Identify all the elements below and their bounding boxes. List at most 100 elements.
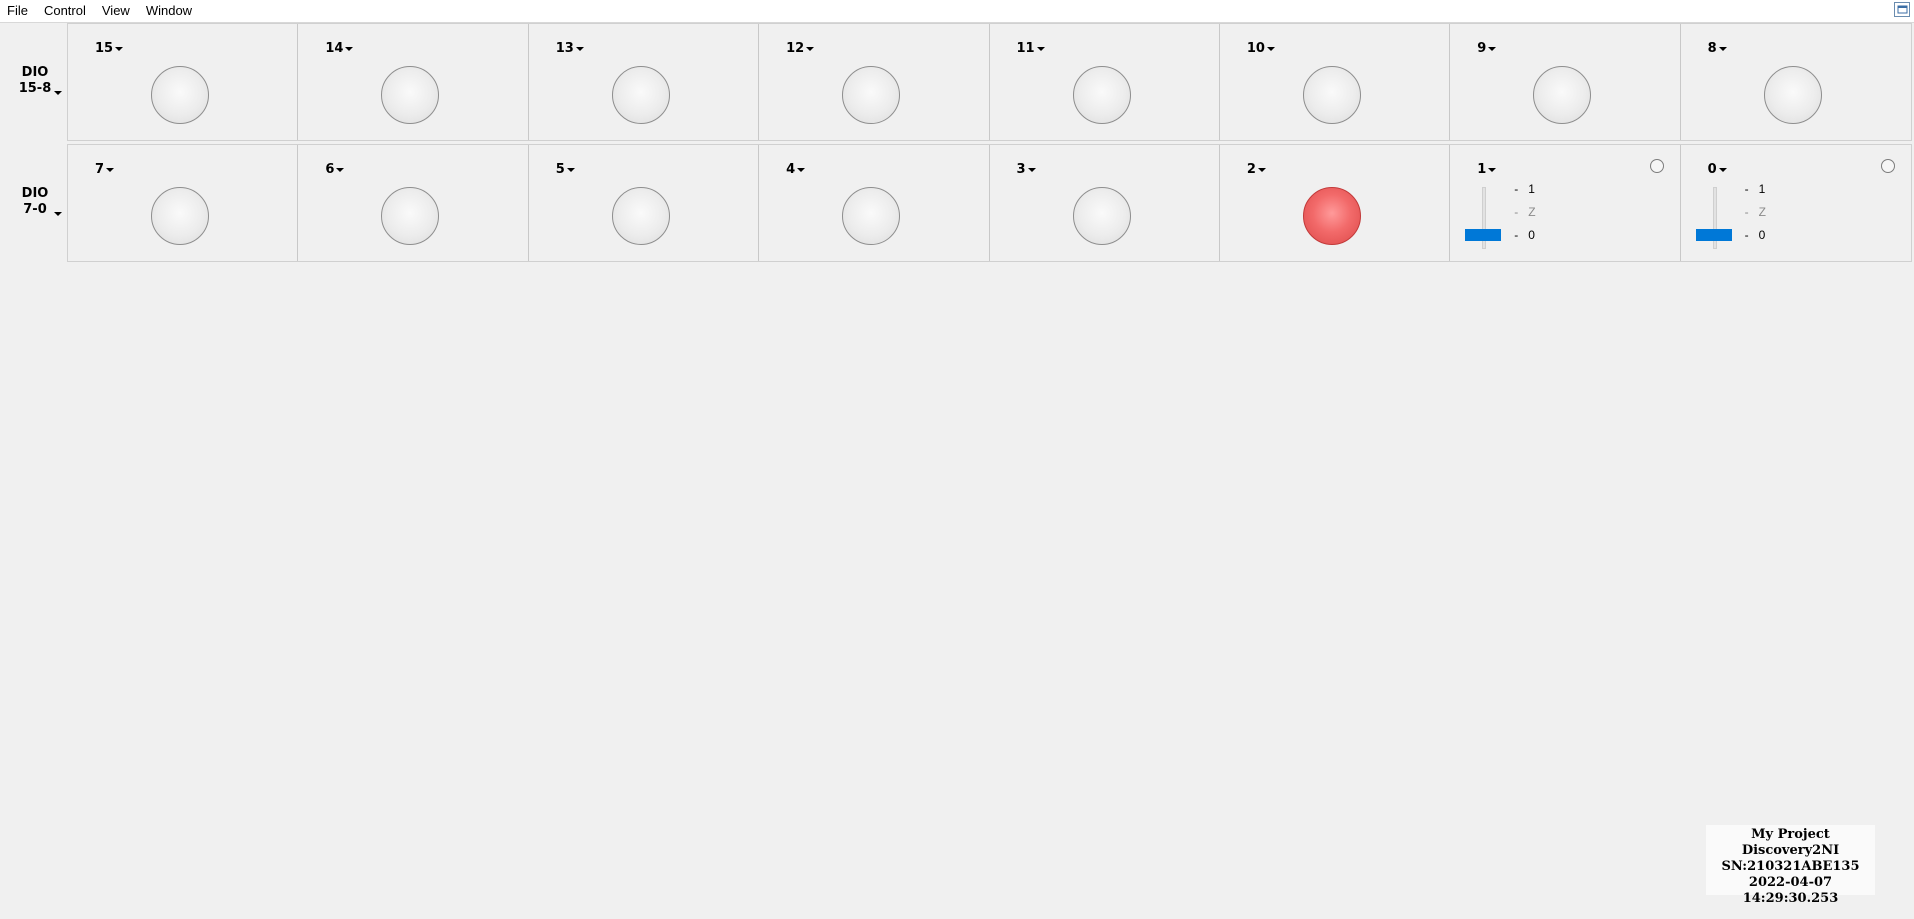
pin-label[interactable]: 1 [1477, 162, 1497, 177]
project-name: My Project [1751, 827, 1830, 842]
pin-number: 5 [555, 162, 565, 177]
window-restore-icon[interactable] [1894, 2, 1910, 17]
led-off-indicator [1763, 66, 1822, 124]
pin-label[interactable]: 7 [95, 162, 115, 177]
tick-mark: - [1514, 205, 1519, 219]
pin-dropdown-icon[interactable] [345, 46, 354, 51]
pin-number: 2 [1246, 162, 1256, 177]
pin-number: 15 [95, 41, 114, 56]
pin-label[interactable]: 15 [95, 41, 124, 56]
pin-dropdown-icon[interactable] [575, 46, 584, 51]
pin-cell: 15 [68, 24, 299, 140]
pin-enable-radio[interactable] [1880, 159, 1895, 173]
level-tick-label: -Z [1745, 205, 1766, 219]
pin-number: 9 [1477, 41, 1487, 56]
pin-number: 1 [1477, 162, 1487, 177]
group-label[interactable]: DIO 15-8 [12, 65, 58, 97]
level-value: Z [1758, 205, 1766, 219]
pin-dropdown-icon[interactable] [1036, 46, 1045, 51]
pin-cell: 6 [298, 145, 529, 261]
menu-control[interactable]: Control [36, 0, 94, 22]
level-value: 1 [1528, 182, 1535, 196]
led-off-indicator [1072, 66, 1131, 124]
pin-dropdown-icon[interactable] [115, 46, 124, 51]
pin-panel: 15 14 13 12 11 10 9 8 [67, 23, 1912, 141]
pin-dropdown-icon[interactable] [797, 167, 806, 172]
dio-group-1: DIO 7-0 7 6 5 4 3 2 1-1- Z -0 0-1- Z -0 [0, 144, 1914, 262]
pin-dropdown-icon[interactable] [806, 46, 815, 51]
pin-label[interactable]: 0 [1708, 162, 1727, 177]
level-tick-label: -0 [1514, 228, 1535, 242]
pin-number: 12 [786, 41, 805, 56]
pin-cell: 5 [529, 145, 760, 261]
led-off-indicator [611, 187, 670, 245]
pin-cell: 9 [1450, 24, 1681, 140]
pin-dropdown-icon[interactable] [336, 167, 345, 172]
timestamp: 2022-04-07 14:29:30.253 [1742, 875, 1839, 906]
pin-label[interactable]: 2 [1247, 162, 1266, 177]
pin-label[interactable]: 12 [786, 41, 815, 56]
pin-dropdown-icon[interactable] [1718, 167, 1727, 172]
led-off-indicator [842, 187, 901, 245]
pin-number: 11 [1016, 41, 1035, 56]
pin-label[interactable]: 11 [1017, 41, 1045, 56]
pin-cell: 1-1-Z-0 [1450, 145, 1681, 261]
pin-dropdown-icon[interactable] [1027, 167, 1036, 172]
pin-cell: 14 [298, 24, 529, 140]
group-label-line2: 15-8 [18, 81, 52, 96]
pin-label[interactable]: 9 [1477, 41, 1497, 56]
pin-number: 7 [95, 162, 105, 177]
group-label[interactable]: DIO 7-0 [12, 186, 58, 218]
pin-cell: 3 [990, 145, 1220, 261]
pin-number: 14 [325, 41, 344, 56]
group-dropdown-icon[interactable] [54, 91, 62, 95]
pin-dropdown-icon[interactable] [1266, 46, 1275, 51]
led-off-indicator [151, 66, 209, 124]
led-off-indicator [151, 187, 209, 245]
serial-number: SN:210321ABE135 [1721, 859, 1860, 874]
pin-cell: 8 [1681, 24, 1911, 140]
pin-dropdown-icon[interactable] [1718, 46, 1727, 51]
pin-label[interactable]: 10 [1247, 41, 1275, 56]
level-value: 0 [1758, 228, 1766, 242]
pin-dropdown-icon[interactable] [106, 167, 115, 172]
pin-enable-radio[interactable] [1650, 159, 1665, 173]
pin-cell: 0-1-Z-0 [1681, 145, 1911, 261]
pin-label[interactable]: 3 [1017, 162, 1036, 177]
level-value: Z [1528, 205, 1536, 219]
pin-label[interactable]: 5 [556, 162, 575, 177]
group-label-line1: DIO [21, 186, 49, 201]
led-off-indicator [381, 187, 440, 245]
pin-dropdown-icon[interactable] [1257, 167, 1266, 172]
pin-label[interactable]: 4 [786, 162, 806, 177]
pin-label[interactable]: 14 [325, 41, 354, 56]
device-name: Discovery2NI [1741, 843, 1840, 858]
led-off-indicator [611, 66, 670, 124]
level-slider-thumb[interactable] [1695, 229, 1732, 241]
pin-number: 8 [1707, 41, 1717, 56]
menu-view[interactable]: View [94, 0, 138, 22]
pin-label[interactable]: 6 [325, 162, 345, 177]
menu-file[interactable]: File [0, 0, 36, 22]
menu-window[interactable]: Window [138, 0, 200, 22]
pin-cell: 12 [759, 24, 990, 140]
pin-dropdown-icon[interactable] [1488, 167, 1497, 172]
pin-label[interactable]: 13 [556, 41, 584, 56]
level-value: 0 [1528, 228, 1535, 242]
dio-group-0: DIO 15-8 15 14 13 12 11 10 9 8 [0, 23, 1914, 141]
pin-label[interactable]: 8 [1708, 41, 1727, 56]
tick-mark: - [1744, 228, 1749, 242]
pin-dropdown-icon[interactable] [566, 167, 575, 172]
led-off-indicator [381, 66, 440, 124]
pin-number: 4 [786, 162, 796, 177]
tick-mark: - [1744, 182, 1749, 196]
level-slider-thumb[interactable] [1465, 229, 1502, 241]
pin-dropdown-icon[interactable] [1488, 46, 1497, 51]
device-info: My Project Discovery2NI SN:210321ABE135 … [1706, 825, 1875, 906]
pin-cell: 4 [759, 145, 990, 261]
led-off-indicator [842, 66, 901, 124]
tick-mark: - [1744, 205, 1749, 219]
group-dropdown-icon[interactable] [54, 212, 62, 216]
group-label-line2: 7-0 [23, 202, 47, 217]
pin-number: 13 [555, 41, 574, 56]
